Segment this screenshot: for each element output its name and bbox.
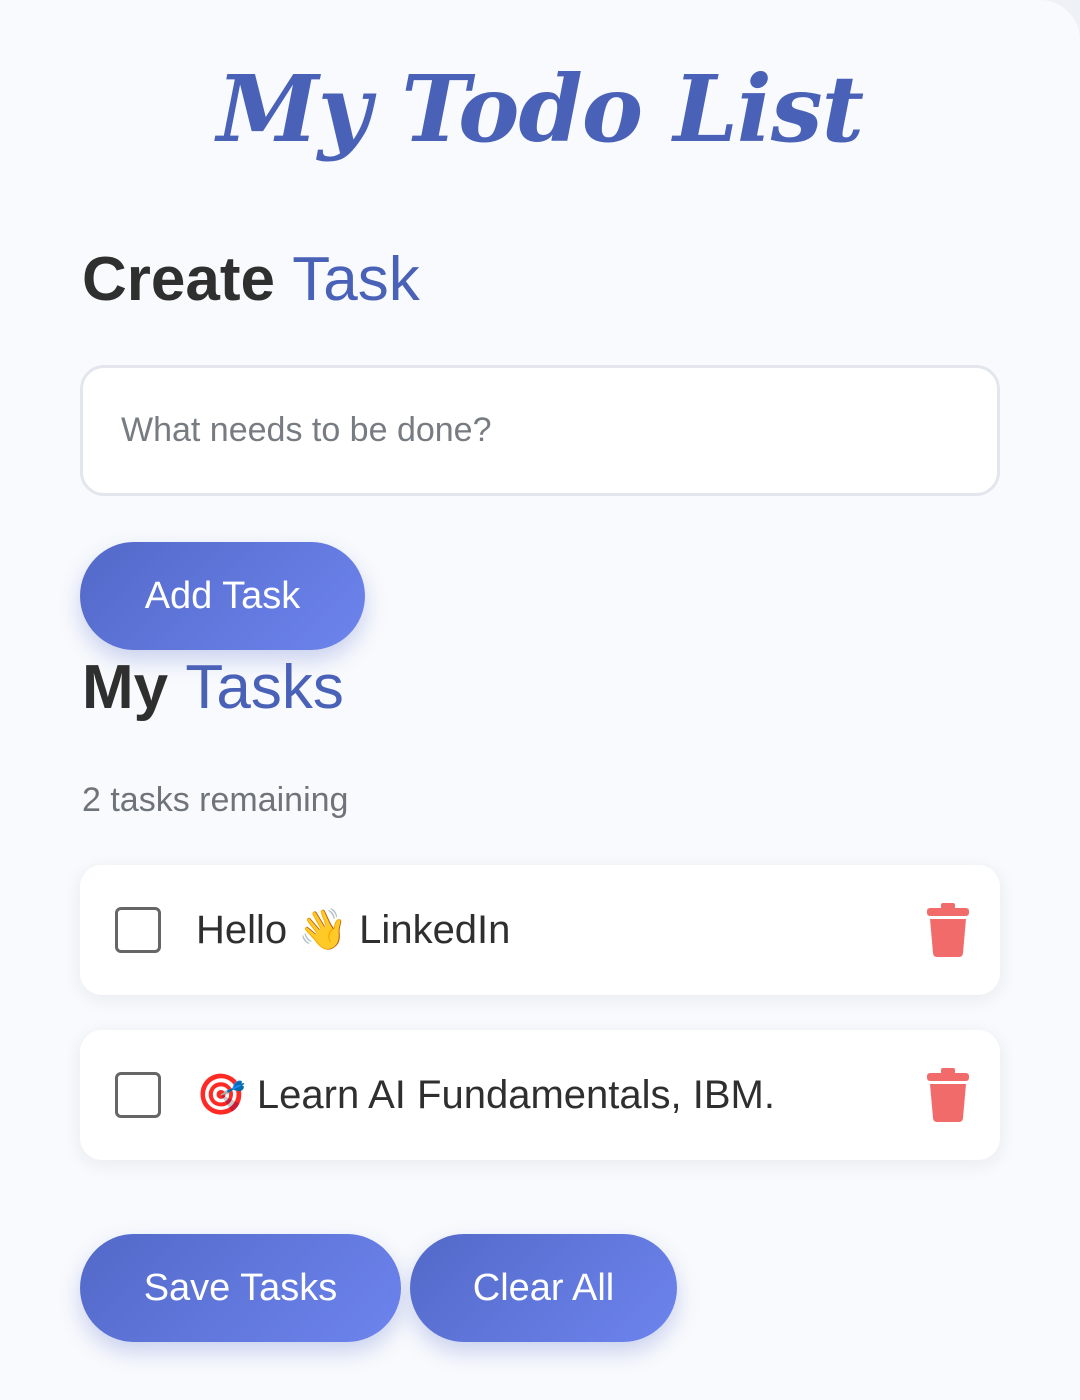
- new-task-input[interactable]: [80, 365, 1000, 496]
- task-text: 🎯 Learn AI Fundamentals, IBM.: [196, 1073, 775, 1117]
- create-heading-strong: Create: [82, 245, 275, 314]
- clear-all-button[interactable]: Clear All: [410, 1234, 677, 1342]
- trash-icon: [926, 1068, 970, 1122]
- save-tasks-button[interactable]: Save Tasks: [80, 1234, 401, 1342]
- task-checkbox[interactable]: [115, 1072, 161, 1118]
- tasks-heading-strong: My: [82, 653, 169, 722]
- todo-card: My Todo List Create Task Add Task My Tas…: [0, 0, 1080, 1400]
- tasks-heading-accent: Tasks: [185, 653, 344, 722]
- my-tasks-heading: My Tasks: [82, 652, 344, 724]
- trash-icon: [926, 903, 970, 957]
- create-task-heading: Create Task: [82, 244, 420, 316]
- app-title: My Todo List: [216, 55, 864, 163]
- task-item: 🎯 Learn AI Fundamentals, IBM.: [80, 1030, 1000, 1160]
- tasks-remaining-count: 2 tasks remaining: [82, 781, 349, 819]
- delete-task-button[interactable]: [926, 1068, 970, 1122]
- create-heading-accent: Task: [292, 245, 420, 314]
- add-task-button[interactable]: Add Task: [80, 542, 365, 650]
- delete-task-button[interactable]: [926, 903, 970, 957]
- task-item: Hello 👋 LinkedIn: [80, 865, 1000, 995]
- task-text: Hello 👋 LinkedIn: [196, 908, 511, 952]
- task-checkbox[interactable]: [115, 907, 161, 953]
